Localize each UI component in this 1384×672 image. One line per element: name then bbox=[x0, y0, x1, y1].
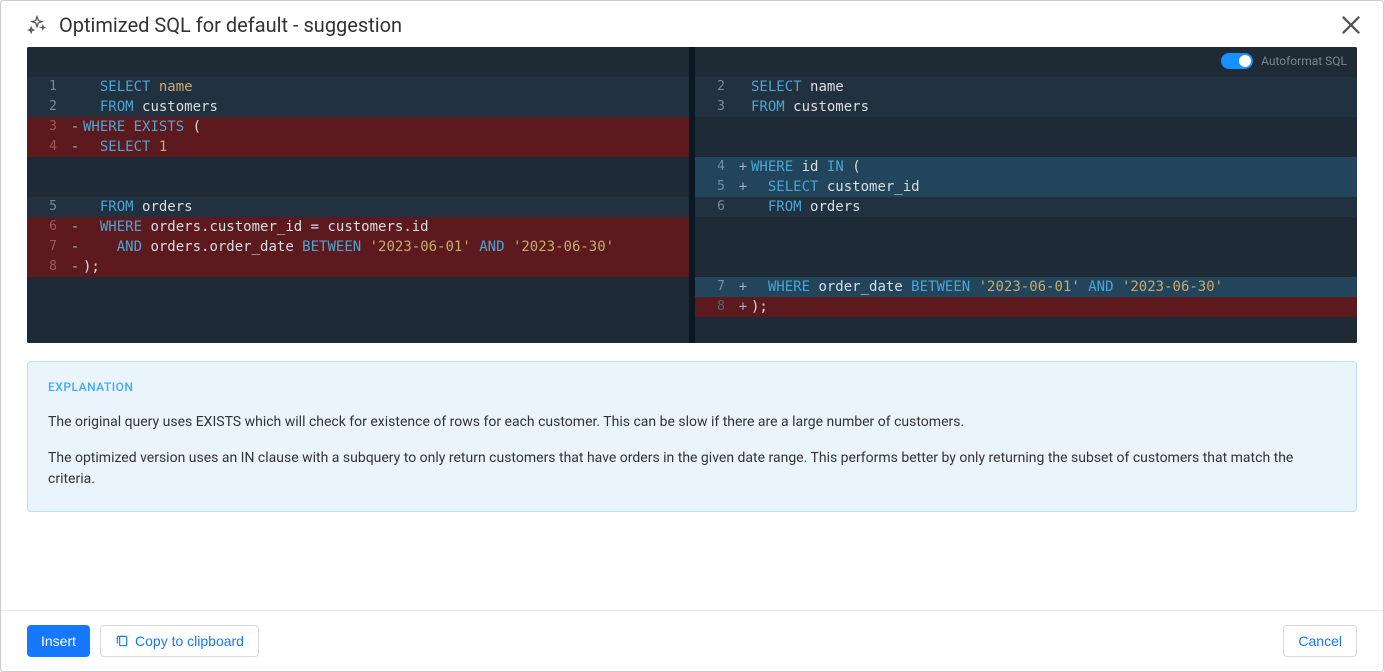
line-number: 2 bbox=[27, 97, 67, 117]
code-content: WHERE id IN ( bbox=[751, 157, 1357, 177]
insert-button[interactable]: Insert bbox=[27, 625, 90, 657]
clipboard-icon bbox=[115, 634, 129, 648]
diff-row: 8-); bbox=[27, 257, 689, 277]
explanation-paragraph: The original query uses EXISTS which wil… bbox=[48, 412, 1336, 432]
code-content: ); bbox=[751, 297, 1357, 317]
diff-row bbox=[27, 297, 689, 317]
code-content: FROM customers bbox=[83, 97, 689, 117]
diff-row: 7+ WHERE order_date BETWEEN '2023-06-01'… bbox=[695, 277, 1357, 297]
diff-row bbox=[695, 117, 1357, 137]
code-content: SELECT 1 bbox=[83, 137, 689, 157]
diff-marker: + bbox=[735, 297, 751, 317]
diff-marker: + bbox=[735, 177, 751, 197]
diff-row: 6 FROM orders bbox=[695, 197, 1357, 217]
modal-footer: Insert Copy to clipboard Cancel bbox=[1, 610, 1383, 671]
autoformat-label: Autoformat SQL bbox=[1261, 54, 1347, 68]
diff-row: 3 FROM customers bbox=[695, 97, 1357, 117]
diff-row: 2 FROM customers bbox=[27, 97, 689, 117]
explanation-paragraph: The optimized version uses an IN clause … bbox=[48, 448, 1336, 489]
modal-title: Optimized SQL for default - suggestion bbox=[59, 13, 1337, 37]
line-number: 5 bbox=[27, 197, 67, 217]
autoformat-toggle[interactable] bbox=[1221, 53, 1253, 69]
diff-row bbox=[27, 177, 689, 197]
diff-row: 5+ SELECT customer_id bbox=[695, 177, 1357, 197]
line-number: 7 bbox=[27, 237, 67, 257]
modal-header: Optimized SQL for default - suggestion bbox=[1, 1, 1383, 47]
diff-row: 6- WHERE orders.customer_id = customers.… bbox=[27, 217, 689, 237]
code-content: SELECT customer_id bbox=[751, 177, 1357, 197]
code-content: WHERE orders.customer_id = customers.id bbox=[83, 217, 689, 237]
diff-marker: - bbox=[67, 217, 83, 237]
line-number: 6 bbox=[695, 197, 735, 217]
diff-row: 4+WHERE id IN ( bbox=[695, 157, 1357, 177]
diff-marker: - bbox=[67, 257, 83, 277]
code-content: SELECT name bbox=[83, 77, 689, 97]
diff-marker: - bbox=[67, 117, 83, 137]
code-content: SELECT name bbox=[751, 77, 1357, 97]
code-content: FROM customers bbox=[751, 97, 1357, 117]
line-number: 3 bbox=[27, 117, 67, 137]
diff-right-pane: 2SELECT name3FROM customers4+WHERE id IN… bbox=[695, 47, 1357, 343]
code-content: FROM orders bbox=[83, 197, 689, 217]
line-number: 5 bbox=[695, 177, 735, 197]
line-number: 4 bbox=[27, 137, 67, 157]
code-content: ); bbox=[83, 257, 689, 277]
copy-clipboard-button[interactable]: Copy to clipboard bbox=[100, 625, 259, 657]
diff-row: 4- SELECT 1 bbox=[27, 137, 689, 157]
code-content: WHERE order_date BETWEEN '2023-06-01' AN… bbox=[751, 277, 1357, 297]
diff-row: 7- AND orders.order_date BETWEEN '2023-0… bbox=[27, 237, 689, 257]
line-number: 8 bbox=[27, 257, 67, 277]
diff-left-pane: 1 SELECT name2 FROM customers3-WHERE EXI… bbox=[27, 47, 689, 343]
explanation-title: EXPLANATION bbox=[48, 380, 1336, 394]
sql-optimize-modal: Optimized SQL for default - suggestion A… bbox=[0, 0, 1384, 672]
explanation-body: The original query uses EXISTS which wil… bbox=[48, 412, 1336, 489]
diff-marker: - bbox=[67, 137, 83, 157]
explanation-box: EXPLANATION The original query uses EXIS… bbox=[27, 361, 1357, 512]
autoformat-toggle-group: Autoformat SQL bbox=[1221, 53, 1347, 69]
diff-row bbox=[695, 217, 1357, 237]
copy-clipboard-label: Copy to clipboard bbox=[135, 633, 244, 649]
diff-row bbox=[695, 137, 1357, 157]
code-content: AND orders.order_date BETWEEN '2023-06-0… bbox=[83, 237, 689, 257]
cancel-button[interactable]: Cancel bbox=[1283, 625, 1357, 657]
sql-diff-viewer: Autoformat SQL 1 SELECT name2 FROM custo… bbox=[27, 47, 1357, 343]
line-number: 4 bbox=[695, 157, 735, 177]
diff-marker: - bbox=[67, 237, 83, 257]
diff-row: 2 SELECT name bbox=[695, 77, 1357, 97]
code-content: WHERE EXISTS ( bbox=[83, 117, 689, 137]
diff-marker: + bbox=[735, 157, 751, 177]
diff-row bbox=[695, 237, 1357, 257]
code-content: FROM orders bbox=[751, 197, 1357, 217]
line-number: 1 bbox=[27, 77, 67, 97]
diff-marker: + bbox=[735, 277, 751, 297]
line-number: 6 bbox=[27, 217, 67, 237]
diff-row bbox=[27, 277, 689, 297]
line-number: 8 bbox=[695, 297, 735, 317]
diff-row: 5 FROM orders bbox=[27, 197, 689, 217]
diff-row: 3-WHERE EXISTS ( bbox=[27, 117, 689, 137]
diff-row bbox=[27, 157, 689, 177]
line-number: 2 bbox=[695, 77, 735, 97]
sparkle-icon bbox=[27, 15, 47, 35]
diff-row: 8+); bbox=[695, 297, 1357, 317]
line-number: 3 bbox=[695, 97, 735, 117]
close-icon[interactable] bbox=[1337, 11, 1365, 39]
line-number: 7 bbox=[695, 277, 735, 297]
diff-row bbox=[695, 257, 1357, 277]
diff-row: 1 SELECT name bbox=[27, 77, 689, 97]
